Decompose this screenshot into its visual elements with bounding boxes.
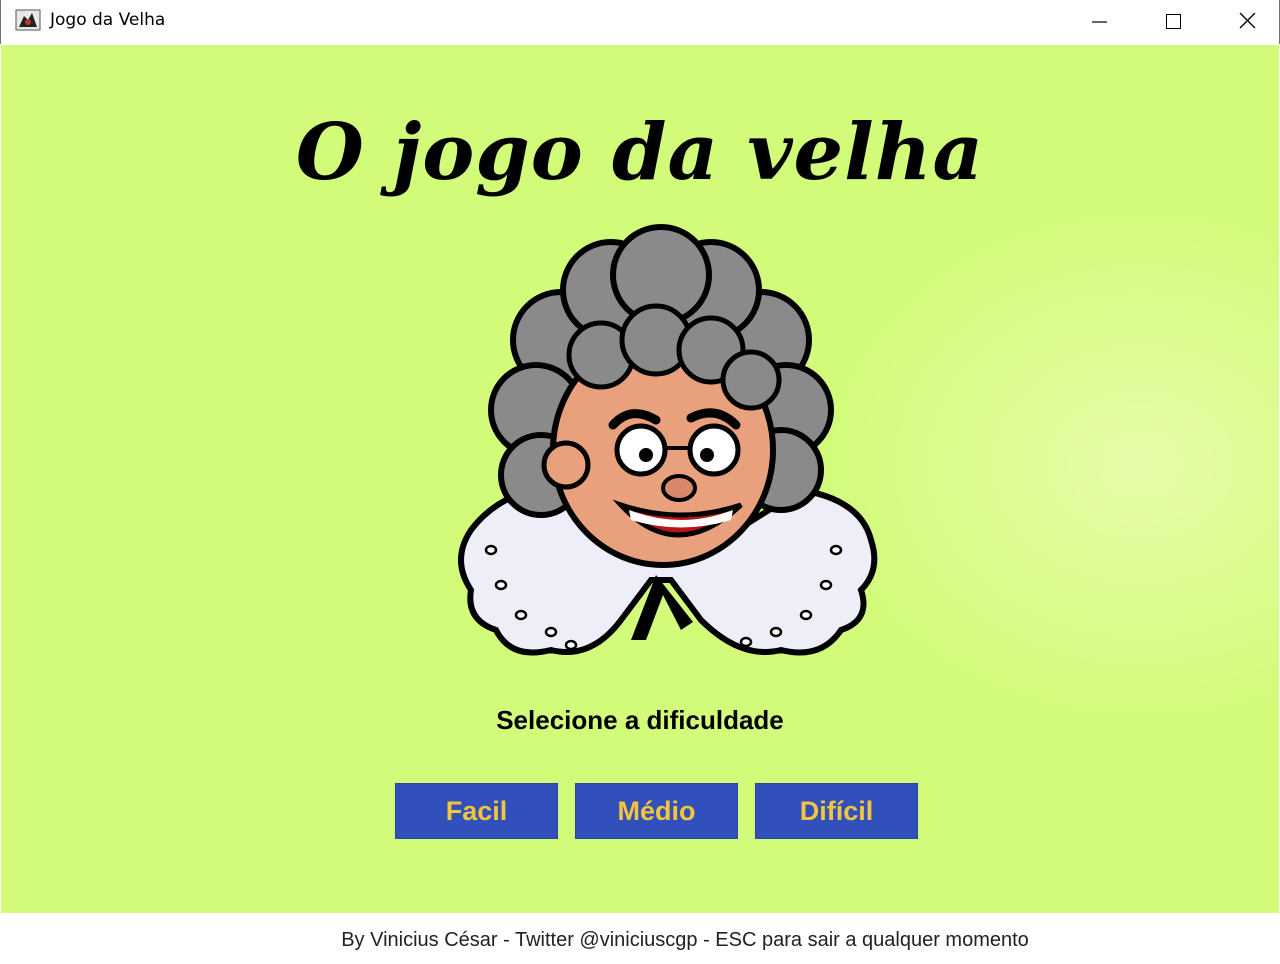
main-panel: O jogo da velha Selecione a dificuldade … xyxy=(1,45,1279,913)
old-lady-illustration xyxy=(458,224,878,656)
title-bar: Jogo da Velha xyxy=(0,0,1280,44)
close-icon xyxy=(1239,12,1256,29)
game-title: O jogo da velha xyxy=(295,107,985,198)
minimize-button[interactable] xyxy=(1062,0,1136,44)
maximize-button[interactable] xyxy=(1136,0,1210,44)
difficulty-prompt: Selecione a dificuldade xyxy=(496,705,784,735)
footer: By Vinicius César - Twitter @viniciuscgp… xyxy=(0,913,1280,964)
maximize-icon xyxy=(1166,14,1181,29)
easy-button[interactable]: Facil xyxy=(395,783,558,839)
window-title: Jogo da Velha xyxy=(50,10,166,30)
minimize-icon xyxy=(1092,21,1107,23)
app-icon xyxy=(15,9,41,31)
credits-text: By Vinicius César - Twitter @viniciuscgp… xyxy=(341,929,1029,951)
medium-button[interactable]: Médio xyxy=(575,783,738,839)
close-button[interactable] xyxy=(1210,0,1280,44)
hard-button[interactable]: Difícil xyxy=(755,783,918,839)
